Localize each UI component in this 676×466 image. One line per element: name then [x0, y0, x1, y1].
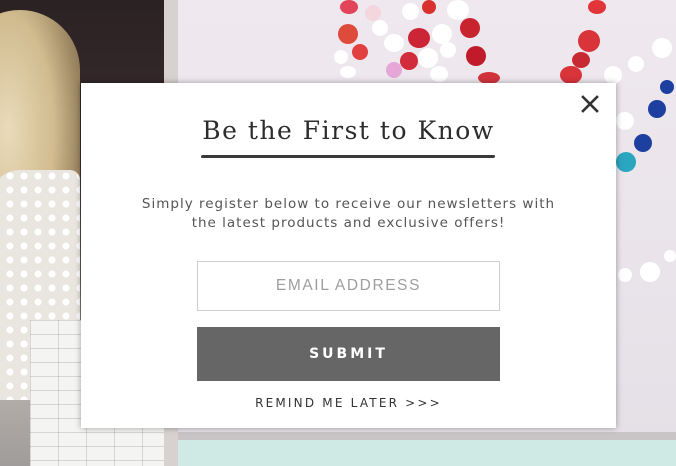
- page: Be the First to Know Simply register bel…: [0, 0, 676, 466]
- description-line-1: Simply register below to receive our new…: [141, 196, 556, 212]
- title-underline: [200, 155, 496, 158]
- remind-me-later-link[interactable]: REMIND ME LATER >>>: [81, 396, 616, 410]
- submit-button[interactable]: SUBMIT: [197, 327, 500, 381]
- background-shelf: [178, 432, 676, 440]
- email-field[interactable]: [197, 261, 500, 311]
- modal-title: Be the First to Know: [202, 116, 495, 145]
- close-icon: [581, 95, 599, 113]
- close-button[interactable]: [578, 92, 602, 116]
- modal-description: Simply register below to receive our new…: [121, 195, 576, 233]
- newsletter-modal: Be the First to Know Simply register bel…: [81, 83, 616, 428]
- description-line-2: the latest products and exclusive offers…: [191, 215, 506, 231]
- background-shelf-mint: [178, 440, 676, 466]
